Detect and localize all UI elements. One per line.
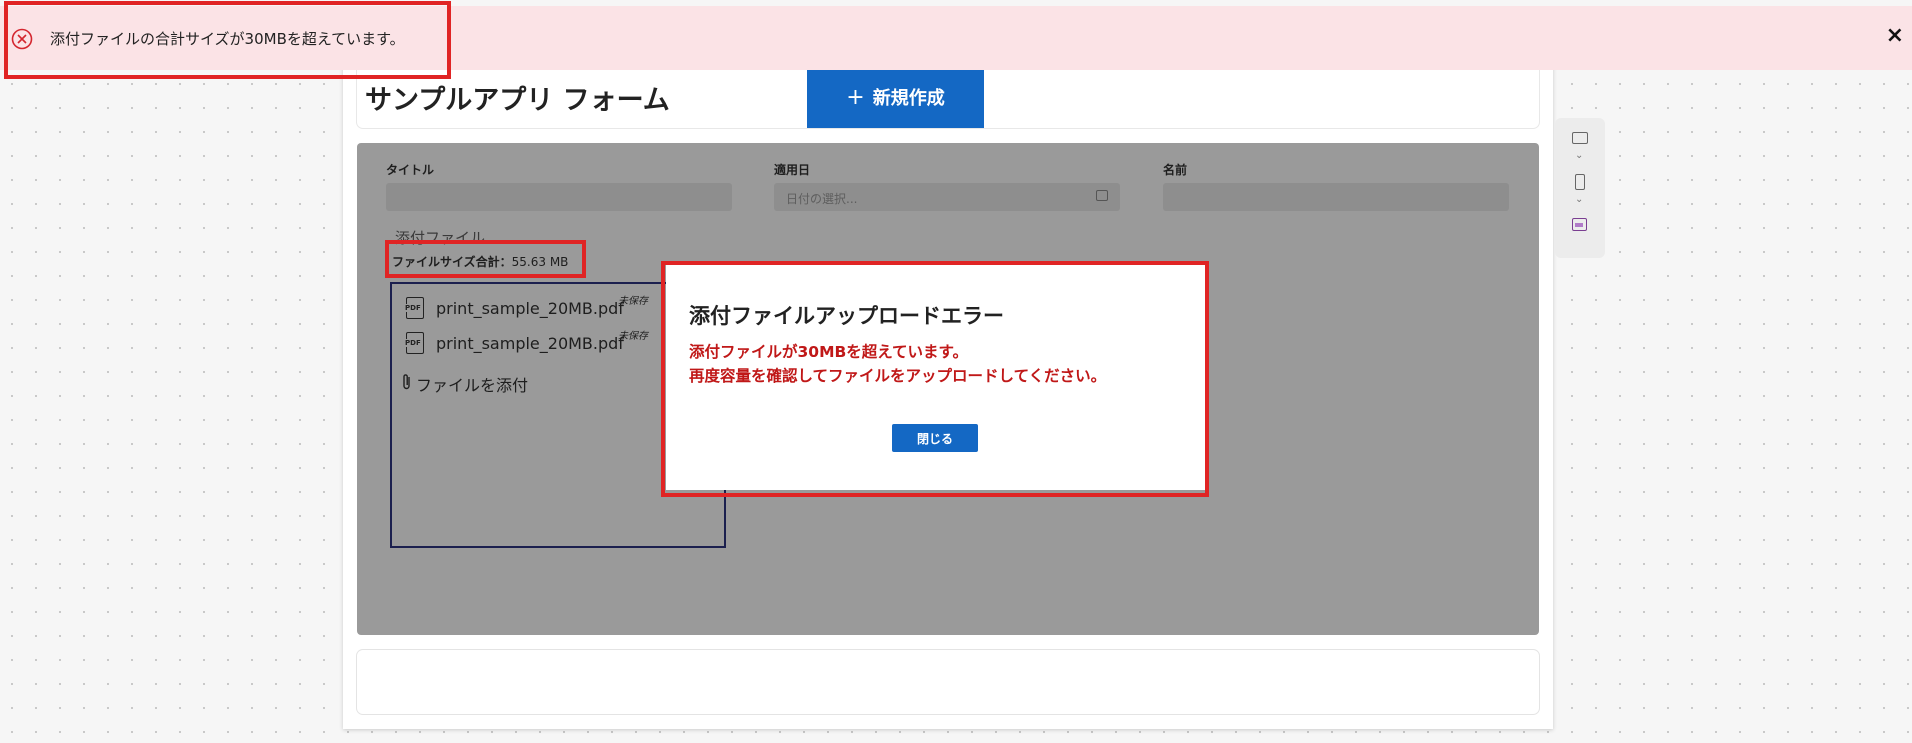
pdf-file-icon: PDF [404,297,424,319]
footer-panel [357,650,1539,714]
date-label: 適用日 [774,163,811,177]
app-icon[interactable] [1572,218,1587,231]
new-create-label: 新規作成 [872,88,945,109]
calendar-icon[interactable] [1096,190,1108,201]
date-picker-field[interactable]: 日付の選択... [774,183,1120,211]
title-label: タイトル [386,163,435,177]
date-placeholder: 日付の選択... [786,192,858,206]
attach-file-button[interactable]: ファイルを添付 [402,372,528,396]
highlight-box-dialog [661,261,1209,497]
unsaved-status: 未保存 [618,296,648,307]
attachment-item[interactable]: PDF print_sample_20MB.pdf [404,294,624,322]
name-field[interactable] [1163,183,1509,211]
title-field[interactable] [386,183,732,211]
chevron-down-icon[interactable]: ⌄ [1575,150,1583,161]
attachment-file-name[interactable]: print_sample_20MB.pdf [436,334,624,353]
notification-close-icon[interactable]: × [1886,24,1904,48]
plus-icon: + [846,84,865,110]
highlight-box-size [385,240,586,278]
app-title: サンプルアプリ フォーム [365,85,670,116]
paperclip-icon [402,373,412,395]
attachment-item[interactable]: PDF print_sample_20MB.pdf [404,329,624,357]
attach-file-label: ファイルを添付 [416,376,529,395]
attachment-file-name[interactable]: print_sample_20MB.pdf [436,299,624,318]
unsaved-status: 未保存 [618,331,648,342]
name-label: 名前 [1163,163,1188,177]
monitor-icon[interactable] [1572,132,1588,144]
pdf-file-icon: PDF [404,332,424,354]
highlight-box-notification [4,1,451,79]
chevron-down-icon[interactable]: ⌄ [1575,194,1583,205]
side-toolbar: ⌄ ⌄ [1555,118,1605,258]
phone-icon[interactable] [1575,174,1585,190]
new-create-button[interactable]: + 新規作成 [807,66,984,128]
